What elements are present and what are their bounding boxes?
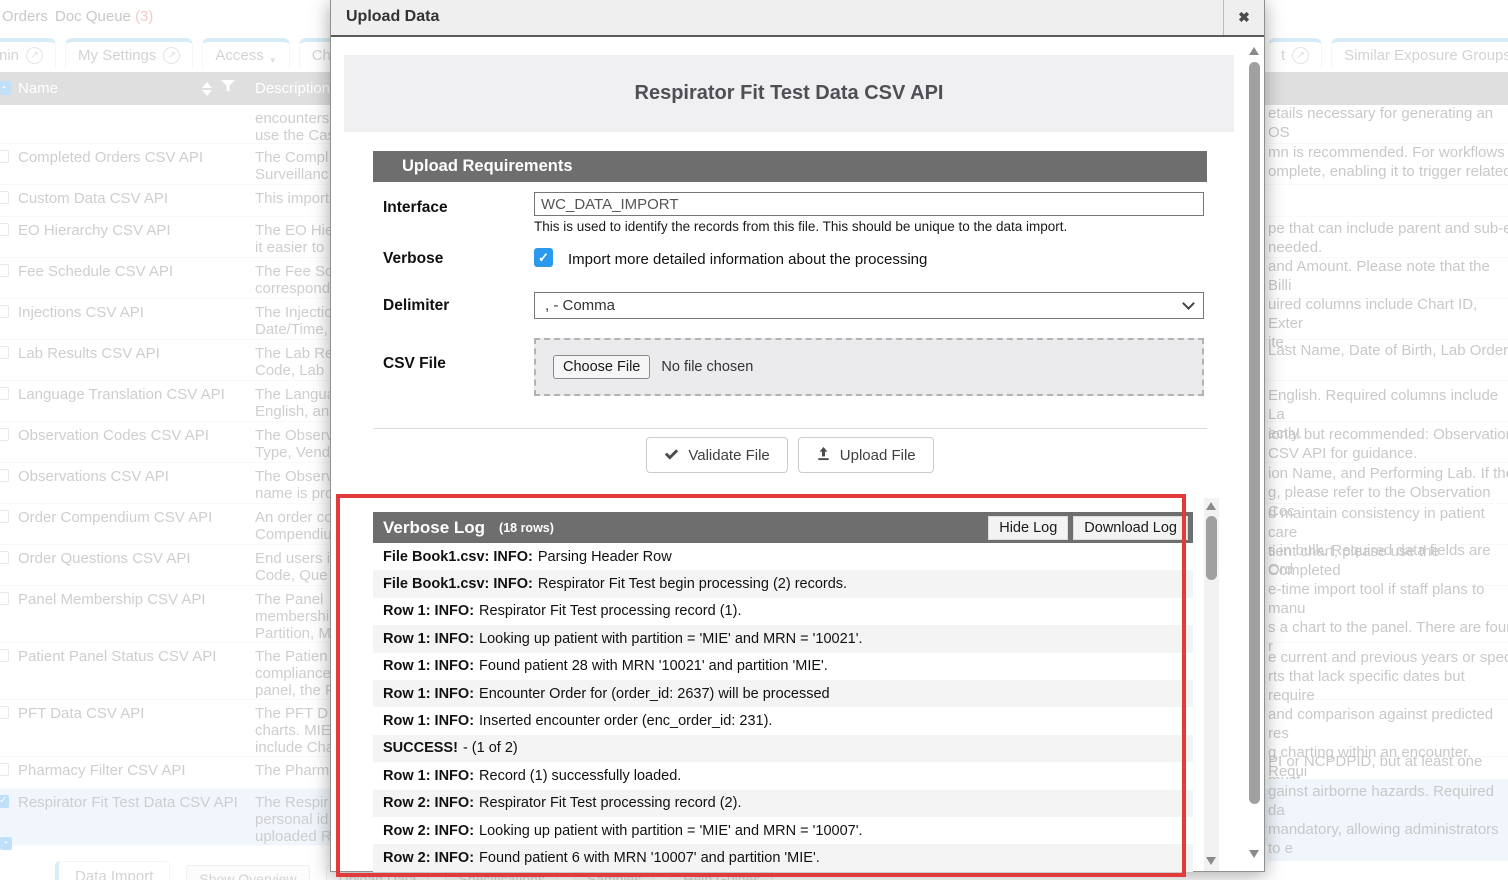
verbose-description: Import more detailed information about t… [568,251,927,268]
log-prefix: SUCCESS! [383,740,458,756]
modal-title: Upload Data [346,8,439,26]
log-message: Found patient 6 with MRN '10007' and par… [479,850,820,866]
delimiter-label: Delimiter [383,297,449,315]
verbose-checkbox[interactable]: ✓ [534,248,553,267]
scroll-down-arrow-icon[interactable] [1206,857,1216,865]
csv-file-label: CSV File [383,355,446,373]
log-prefix: Row 1: INFO: [383,768,474,784]
log-message: Parsing Header Row [538,549,672,565]
log-prefix: Row 2: INFO: [383,850,474,866]
log-message: Looking up patient with partition = 'MIE… [479,823,862,839]
log-prefix: Row 2: INFO: [383,823,474,839]
upload-requirements-header: Upload Requirements [373,151,1207,182]
delimiter-selected-value: , - Comma [545,297,615,314]
log-prefix: Row 1: INFO: [383,686,474,702]
log-row: Row 2: INFO: Found patient 6 with MRN '1… [373,844,1193,871]
section-divider [373,428,1207,429]
api-title: Respirator Fit Test Data CSV API [635,82,944,105]
verbose-log-rows: File Book1.csv: INFO: Parsing Header Row… [373,543,1193,872]
log-prefix: Row 1: INFO: [383,713,474,729]
interface-help-text: This is used to identify the records fro… [534,219,1067,234]
scroll-down-arrow-icon[interactable] [1249,850,1259,858]
action-buttons: Validate File Upload File [373,437,1207,473]
no-file-chosen-text: No file chosen [661,359,753,375]
log-prefix: File Book1.csv: INFO: [383,549,533,565]
log-prefix: File Book1.csv: INFO: [383,576,533,592]
interface-label: Interface [383,199,448,217]
scrollbar-thumb[interactable] [1206,516,1217,580]
log-row: Row 1: INFO: Encounter Order for (order_… [373,680,1193,707]
modal-scrollbar[interactable] [1247,40,1262,868]
log-message: Found patient 28 with MRN '10021' and pa… [479,658,828,674]
modal-header: Upload Data ✖ [331,0,1264,37]
verbose-log-title: Verbose Log [383,518,485,538]
log-row: File Book1.csv: INFO: Respirator Fit Tes… [373,570,1193,597]
download-log-button[interactable]: Download Log [1073,516,1188,540]
log-row: Row 2: INFO: Respirator Fit Test process… [373,790,1193,817]
verbose-label: Verbose [383,250,443,268]
log-message: Encounter Order for (order_id: 2637) wil… [479,686,830,702]
verbose-log-header: Verbose Log (18 rows) Hide Log Download … [373,512,1193,543]
log-row: Row 1: INFO: Inserted encounter order (e… [373,707,1193,734]
log-prefix: Row 1: INFO: [383,631,474,647]
log-message: Record (1) successfully loaded. [479,768,681,784]
api-title-banner: Respirator Fit Test Data CSV API [344,55,1234,132]
log-row: Row 1: INFO: Looking up patient with par… [373,625,1193,652]
log-prefix: Row 2: INFO: [383,795,474,811]
scroll-up-arrow-icon[interactable] [1206,502,1216,510]
log-row: SUCCESS! - (1 of 2) [373,735,1193,762]
log-message: Respirator Fit Test processing record (1… [479,603,741,619]
close-icon[interactable]: ✖ [1223,0,1264,35]
log-row: Row 1: INFO: Respirator Fit Test process… [373,598,1193,625]
validate-file-button[interactable]: Validate File [646,437,787,473]
log-scrollbar[interactable] [1204,498,1219,871]
delimiter-select[interactable]: , - Comma [534,292,1204,319]
upload-data-modal: Upload Data ✖ Respirator Fit Test Data C… [330,0,1265,872]
log-message: Inserted encounter order (enc_order_id: … [479,713,772,729]
file-drop-zone[interactable]: Choose File No file chosen [534,338,1204,396]
log-prefix: Row 1: INFO: [383,603,474,619]
upload-file-button[interactable]: Upload File [798,437,934,473]
interface-input[interactable] [534,192,1204,216]
log-message: Respirator Fit Test processing record (2… [479,795,741,811]
log-message: Looking up patient with partition = 'MIE… [479,631,862,647]
scrollbar-thumb[interactable] [1249,62,1260,804]
hide-log-button[interactable]: Hide Log [988,516,1068,540]
log-row: File Book1.csv: INFO: Parsing Header Row [373,543,1193,570]
log-message: Respirator Fit Test begin processing (2)… [538,576,847,592]
log-message: - (1 of 2) [463,740,518,756]
upload-icon [816,446,831,465]
choose-file-button[interactable]: Choose File [553,355,650,379]
log-row: Row 1: INFO: Found patient 28 with MRN '… [373,653,1193,680]
log-row: Row 2: INFO: Looking up patient with par… [373,817,1193,844]
log-row: Row 1: INFO: Record (1) successfully loa… [373,762,1193,789]
log-prefix: Row 1: INFO: [383,658,474,674]
check-icon [664,447,679,464]
chevron-down-icon [1182,297,1195,310]
scroll-up-arrow-icon[interactable] [1249,47,1259,55]
log-row-count: (18 rows) [499,521,554,535]
